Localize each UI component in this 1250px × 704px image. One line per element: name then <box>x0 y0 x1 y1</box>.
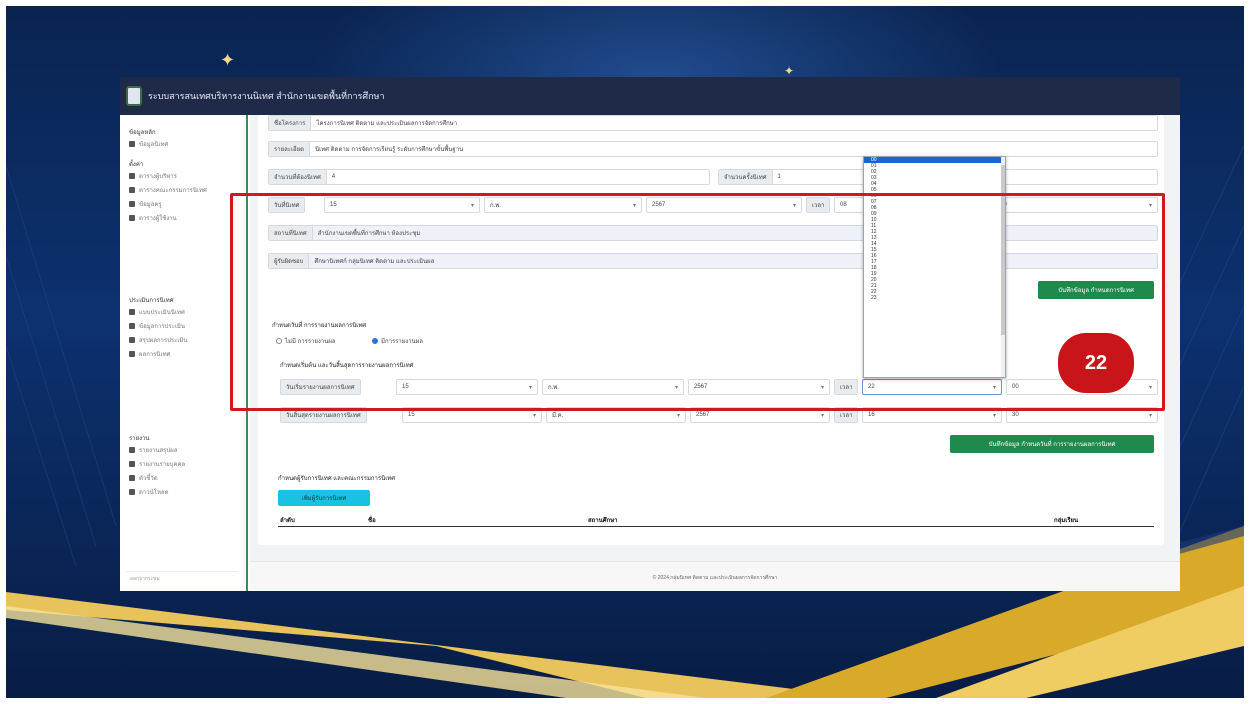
chevron-down-icon: ▾ <box>820 412 824 419</box>
user-icon <box>129 173 135 179</box>
page-footer: © 2024 กลุ่มนิเทศ ติดตาม และประเมินผลการ… <box>250 561 1180 591</box>
document-icon <box>129 351 135 357</box>
sparkle-icon: ✦ <box>784 64 795 78</box>
sidebar-heading: รายงาน <box>129 436 150 442</box>
home-icon <box>129 141 135 147</box>
chevron-down-icon: ▾ <box>992 412 996 419</box>
chevron-down-icon: ▾ <box>532 412 536 419</box>
logout-link[interactable]: ออกจากระบบ <box>126 571 238 583</box>
step-number-badge: 22 <box>1058 333 1134 393</box>
table-header: ชื่อ <box>368 518 376 524</box>
project-name-field[interactable]: ชื่อโครงการ โครงการนิเทศ ติดตาม และประเม… <box>268 115 1158 131</box>
teacher-icon <box>129 201 135 207</box>
sidebar-item[interactable]: ตารางผู้บริหาร <box>129 171 177 181</box>
sidebar: ข้อมูลหลัก ข้อมูลนิเทศ ตั้งค่า ตารางผู้บ… <box>120 115 248 591</box>
report-icon <box>129 447 135 453</box>
chevron-down-icon: ▾ <box>676 412 680 419</box>
add-participant-button[interactable]: เพิ่มผู้รับการนิเทศ <box>278 490 370 506</box>
sidebar-item[interactable]: ข้อมูลครู <box>129 199 162 209</box>
target-count-field[interactable]: จำนวนที่ต้องนิเทศ 4 <box>268 169 710 185</box>
description-field[interactable]: รายละเอียด นิเทศ ติดตาม การจัดการเรียนรู… <box>268 141 1158 157</box>
table-header: สถานศึกษา <box>588 518 618 524</box>
person-icon <box>129 461 135 467</box>
sidebar-item[interactable]: ตัวชี้วัด <box>129 473 158 483</box>
sidebar-item[interactable]: สรุปผลการประเมิน <box>129 335 187 345</box>
sidebar-item[interactable]: ผลการนิเทศ <box>129 349 170 359</box>
sparkle-icon: ✦ <box>220 50 236 71</box>
table-icon <box>129 215 135 221</box>
app-title: ระบบสารสนเทศบริหารงานนิเทศ สำนักงานเขตพื… <box>148 91 385 101</box>
top-bar: ระบบสารสนเทศบริหารงานนิเทศ สำนักงานเขตพื… <box>120 77 1180 115</box>
sidebar-item[interactable]: ตารางผู้ใช้งาน <box>129 213 177 223</box>
download-icon <box>129 489 135 495</box>
sidebar-item[interactable]: ข้อมูลนิเทศ <box>129 139 168 149</box>
sidebar-item[interactable]: รายงานรายบุคคล <box>129 459 185 469</box>
chart-icon <box>129 323 135 329</box>
save-report-period-button[interactable]: บันทึกข้อมูล กำหนดวันที่ การรายงานผลการน… <box>950 435 1154 453</box>
logo-icon <box>126 86 142 106</box>
indicator-icon <box>129 475 135 481</box>
sidebar-item[interactable]: แบบประเมินนิเทศ <box>129 307 185 317</box>
table-header: ลำดับ <box>280 518 295 524</box>
highlight-box <box>230 193 1165 411</box>
participants-section-title: กำหนดผู้รับการนิเทศ และคณะกรรมการนิเทศ <box>278 476 396 482</box>
list-icon <box>129 337 135 343</box>
sidebar-heading: ข้อมูลหลัก <box>129 130 156 136</box>
sidebar-item[interactable]: ข้อมูลการประเมิน <box>129 321 185 331</box>
table-header: กลุ่มเรียน <box>1054 518 1079 524</box>
sidebar-item[interactable]: ตารางคณะกรรมการนิเทศ <box>129 185 207 195</box>
sidebar-item[interactable]: รายงานสรุปผล <box>129 445 177 455</box>
sidebar-item[interactable]: ดาวน์โหลด <box>129 487 169 497</box>
sidebar-heading: ประเมินการนิเทศ <box>129 298 174 304</box>
sidebar-heading: ตั้งค่า <box>129 162 144 168</box>
table-divider <box>278 526 1154 527</box>
clipboard-icon <box>129 309 135 315</box>
users-icon <box>129 187 135 193</box>
chevron-down-icon: ▾ <box>1148 412 1152 419</box>
